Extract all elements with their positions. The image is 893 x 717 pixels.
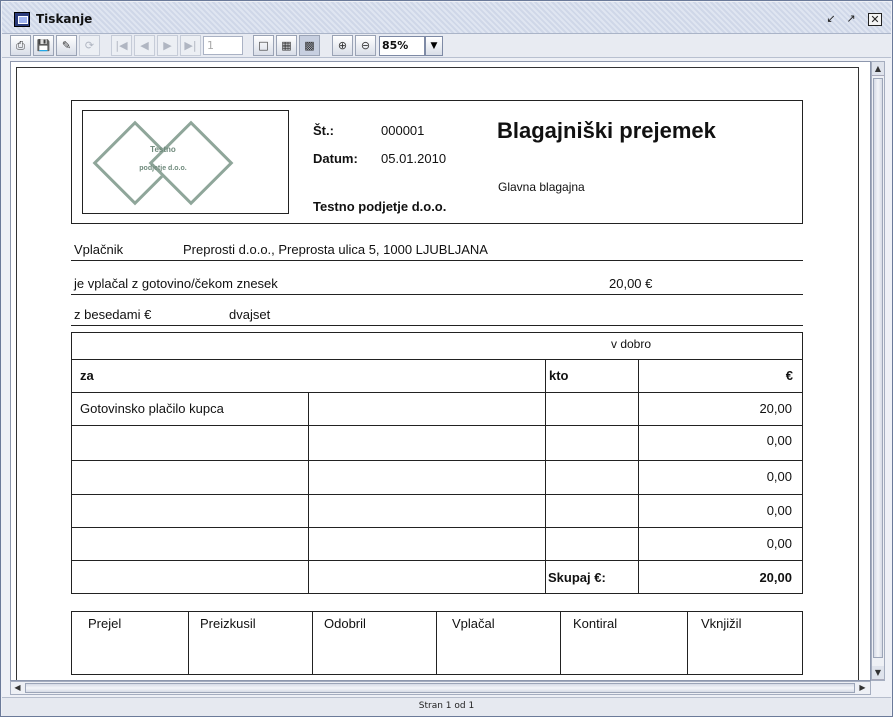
title-bar[interactable]: Tiskanje ↙ ↗ ✕ [2,2,891,34]
table-border [71,593,803,594]
minimize-icon[interactable]: ↙ [824,13,838,26]
last-page-icon[interactable]: ▶| [180,35,201,56]
sig-kontiral: Kontiral [573,616,618,631]
table-border [802,332,803,594]
chevron-down-icon[interactable]: ▼ [425,36,443,56]
sig-divider [436,612,437,674]
next-page-icon[interactable]: ▶ [157,35,178,56]
zoom-select[interactable]: 85% [379,36,425,56]
table-row-amount: 20,00 [759,401,792,416]
total-label: Skupaj €: [548,570,606,585]
sig-divider [312,612,313,674]
report-page: Testno podjetje d.o.o. Št.: 000001 Datum… [16,67,859,680]
signature-box: Prejel Preizkusil Odobril Vplačal Kontir… [71,611,803,675]
paid-label: je vplačal z gotovino/čekom znesek [74,276,278,291]
window-title: Tiskanje [36,12,93,26]
company-logo: Testno podjetje d.o.o. [82,110,289,214]
divider [71,325,803,326]
prev-page-icon[interactable]: ◀ [134,35,155,56]
scroll-down-icon[interactable]: ▼ [872,666,884,680]
app-icon [14,12,30,27]
edit-icon[interactable]: ✎ [56,35,77,56]
preview-viewport: Testno podjetje d.o.o. Št.: 000001 Datum… [10,61,871,681]
company-name: Testno podjetje d.o.o. [313,199,447,214]
table-row-amount: 0,00 [766,536,792,551]
table-border [71,425,803,426]
scroll-thumb[interactable] [25,683,855,693]
sig-prejel: Prejel [88,616,122,631]
table-border [638,359,639,594]
total-value: 20,00 [759,570,792,585]
toolbar: ⎙ 💾 ✎ ⟳ |◀ ◀ ▶ ▶| 1 □ ▦ ▩ ⊕ ⊖ 85% ▼ [2,34,891,58]
zoom-out-icon[interactable]: ⊖ [355,35,376,56]
document-title: Blagajniški prejemek [497,118,716,143]
sig-preizkusil: Preizkusil [200,616,256,631]
paid-amount: 20,00 € [609,276,653,291]
table-border [71,560,803,561]
table-border [71,392,803,393]
table-border [71,359,803,360]
table-border [71,332,72,594]
header-box: Testno podjetje d.o.o. Št.: 000001 Datum… [71,100,803,224]
datum-value: 05.01.2010 [381,151,447,166]
sig-vplacal: Vplačal [452,616,495,631]
column-header-za: za [80,368,94,383]
payer-label: Vplačnik [74,242,124,257]
table-border [71,527,803,528]
status-bar: Stran 1 od 1 [2,697,891,716]
sig-vknjizil: Vknjižil [701,616,742,631]
words-value: dvajset [229,307,271,322]
sig-divider [687,612,688,674]
payer-value: Preprosti d.o.o., Preprosta ulica 5, 100… [183,242,488,257]
fit-page-icon[interactable]: ▩ [299,35,320,56]
zoom-in-icon[interactable]: ⊕ [332,35,353,56]
scroll-up-icon[interactable]: ▲ [872,62,884,76]
logo-text-1: Testno [150,145,176,154]
reload-icon[interactable]: ⟳ [79,35,100,56]
fit-width-icon[interactable]: ▦ [276,35,297,56]
print-preview-window: Tiskanje ↙ ↗ ✕ ⎙ 💾 ✎ ⟳ |◀ ◀ ▶ ▶| 1 □ ▦ ▩… [0,0,893,717]
first-page-icon[interactable]: |◀ [111,35,132,56]
table-border [71,332,803,333]
sig-odobril: Odobril [324,616,366,631]
single-page-icon[interactable]: □ [253,35,274,56]
table-row-amount: 0,00 [766,503,792,518]
table-border [545,359,546,594]
vertical-scrollbar[interactable]: ▲ ▼ [871,61,885,681]
table-border [71,494,803,495]
divider [71,294,803,295]
page-number-input[interactable]: 1 [203,36,243,55]
logo-diamond-right [148,120,234,206]
scroll-right-icon[interactable]: ▶ [856,682,869,694]
divider [71,260,803,261]
table-border [308,392,309,594]
credit-label: v dobro [611,337,652,351]
scroll-thumb[interactable] [873,78,883,658]
st-label: Št.: [313,123,334,138]
table-row-amount: 0,00 [766,469,792,484]
logo-text-2: podjetje d.o.o. [139,165,187,172]
words-label: z besedami € [74,307,152,322]
maximize-icon[interactable]: ↗ [844,13,858,26]
column-header-eur: € [785,368,793,383]
close-icon[interactable]: ✕ [868,13,882,26]
sig-divider [560,612,561,674]
column-header-kto: kto [549,368,569,383]
print-icon[interactable]: ⎙ [10,35,31,56]
datum-label: Datum: [313,151,358,166]
save-icon[interactable]: 💾 [33,35,54,56]
cashbox-name: Glavna blagajna [498,180,585,194]
scroll-left-icon[interactable]: ◀ [11,682,24,694]
st-value: 000001 [381,123,425,138]
sig-divider [188,612,189,674]
table-row-amount: 0,00 [766,433,792,448]
table-row-za: Gotovinsko plačilo kupca [80,401,224,416]
table-border [71,460,803,461]
horizontal-scrollbar[interactable]: ◀ ▶ [10,681,871,695]
